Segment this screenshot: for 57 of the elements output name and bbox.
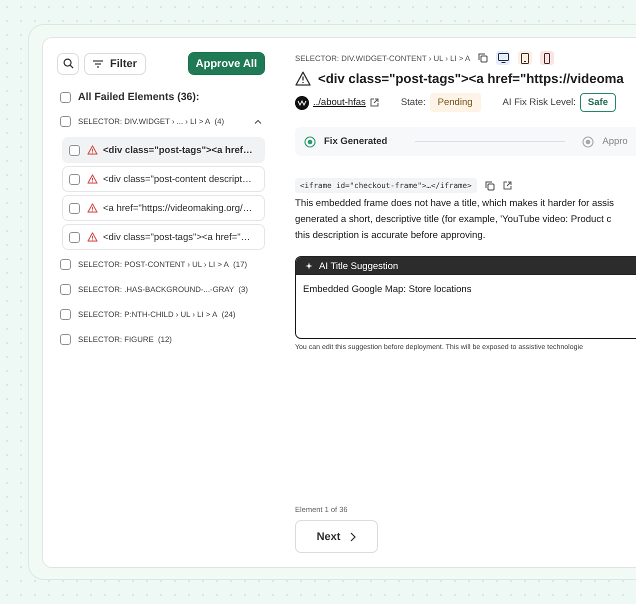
- caret-up-icon[interactable]: [254, 119, 262, 124]
- failed-element-item[interactable]: <a href="https://videomaking.org/…: [62, 195, 265, 221]
- warning-icon: [295, 71, 311, 86]
- element-code-label: <div class="post-tags"><a href…: [103, 144, 252, 156]
- warning-icon: [87, 232, 98, 242]
- monitor-icon: [498, 53, 509, 63]
- filter-button[interactable]: Filter: [84, 52, 146, 74]
- chevron-right-icon: [350, 532, 356, 542]
- state-badge: Pending: [430, 93, 481, 112]
- page-link[interactable]: ../about-hfas: [313, 97, 366, 108]
- sparkle-icon: [305, 262, 314, 270]
- checkbox[interactable]: [69, 202, 80, 214]
- approve-all-button[interactable]: Approve All: [188, 52, 265, 75]
- checkbox[interactable]: [60, 309, 71, 320]
- tablet-view-button[interactable]: [518, 51, 532, 65]
- tablet-icon: [521, 52, 530, 64]
- state-label: State:: [400, 97, 426, 108]
- filter-icon: [93, 60, 103, 68]
- next-button[interactable]: Next: [295, 520, 378, 553]
- warning-icon: [87, 174, 98, 184]
- checkbox[interactable]: [69, 174, 80, 184]
- description-line: this description is accurate before approving.: [295, 229, 486, 243]
- mobile-view-button[interactable]: [540, 51, 554, 65]
- copy-icon[interactable]: [478, 53, 488, 63]
- checkbox[interactable]: [69, 232, 80, 242]
- suggestion-input-field[interactable]: Embedded Google Map: Store locations: [296, 275, 636, 338]
- description-line: This embedded frame does not have a title, which makes it harder for assis: [295, 197, 615, 211]
- element-code-label: <div class="post-content descript…: [103, 174, 252, 184]
- suggestion-title: AI Title Suggestion: [319, 260, 398, 272]
- site-logo-icon: [295, 96, 309, 110]
- warning-icon: [87, 203, 98, 213]
- external-link-icon[interactable]: [370, 98, 379, 107]
- failed-element-item[interactable]: <div class="post-tags"><a href="…: [62, 224, 265, 250]
- phone-icon: [544, 52, 550, 64]
- desktop-view-button[interactable]: [496, 51, 510, 65]
- external-link-icon[interactable]: [502, 181, 512, 190]
- all-failed-label: All Failed Elements (36):: [78, 91, 200, 103]
- checkbox[interactable]: [60, 92, 71, 102]
- risk-level-label: AI Fix Risk Level:: [502, 97, 576, 108]
- search-button[interactable]: [57, 52, 79, 74]
- step-label: Appro: [602, 136, 628, 147]
- copy-icon[interactable]: [484, 180, 495, 190]
- search-icon: [62, 58, 74, 69]
- element-code-label: <a href="https://videomaking.org/…: [103, 202, 252, 214]
- step-label: Fix Generated: [324, 136, 388, 147]
- warning-icon: [87, 145, 98, 155]
- risk-level-badge: Safe: [580, 93, 616, 112]
- checkbox[interactable]: [60, 334, 71, 345]
- failed-element-item[interactable]: <div class="post-content descript…: [62, 166, 265, 192]
- checkbox[interactable]: [60, 259, 71, 270]
- failed-element-item[interactable]: <div class="post-tags"><a href…: [62, 137, 265, 163]
- checkbox[interactable]: [60, 284, 71, 295]
- description-line: generated a short, descriptive title (for example, 'YouTube video: Product c: [295, 213, 612, 227]
- checkbox[interactable]: [60, 116, 71, 127]
- element-title: <div class="post-tags"><a href="https://videoma: [318, 71, 624, 86]
- element-code-label: <div class="post-tags"><a href="…: [103, 232, 250, 242]
- checkbox[interactable]: [69, 144, 80, 156]
